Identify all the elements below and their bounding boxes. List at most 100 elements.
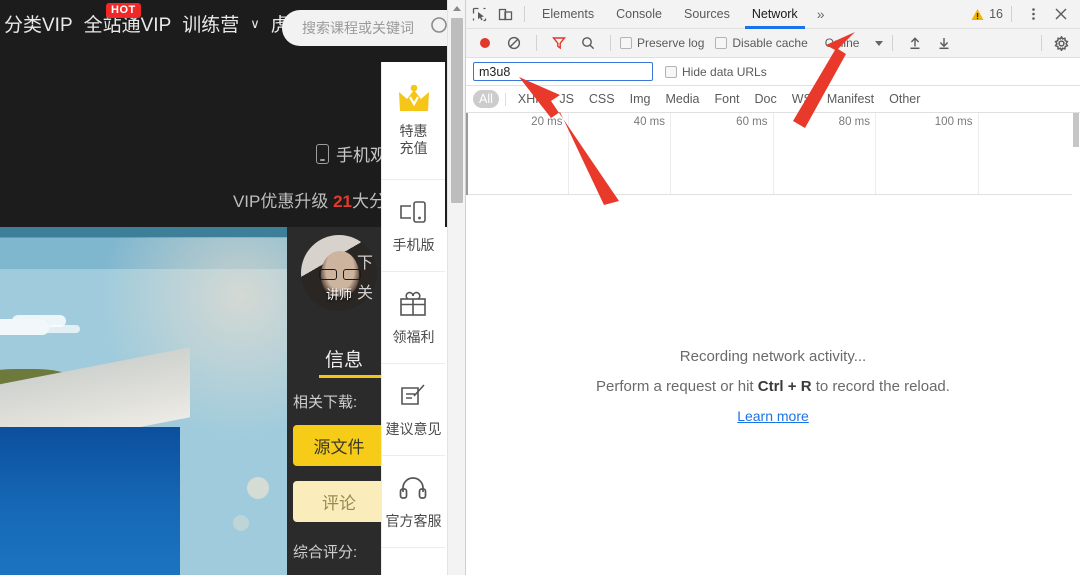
mobile-watch-row[interactable]: 手机观 — [316, 141, 387, 166]
rail-label-mobile: 手机版 — [392, 236, 435, 253]
toolbar-divider-6 — [1041, 35, 1042, 51]
type-filter-ws[interactable]: WS — [786, 90, 818, 108]
hot-badge: HOT — [106, 3, 141, 19]
filter-funnel-icon[interactable] — [546, 30, 572, 56]
hide-data-urls-checkbox[interactable]: Hide data URLs — [665, 65, 767, 79]
search-input[interactable] — [300, 19, 428, 37]
comment-button[interactable]: 评论 — [293, 481, 385, 522]
nav-item-category-vip[interactable]: 分类VIP — [4, 10, 73, 37]
type-filter-doc[interactable]: Doc — [749, 90, 783, 108]
disable-cache-checkbox[interactable]: Disable cache — [715, 36, 808, 50]
learn-more-link[interactable]: Learn more — [737, 408, 809, 424]
record-button[interactable] — [472, 30, 498, 56]
devtools-panel: Elements Console Sources Network » 16 Pr… — [465, 0, 1080, 575]
gift-icon — [397, 290, 431, 324]
timeline-cell: 40 ms — [569, 113, 671, 194]
tab-network[interactable]: Network — [741, 0, 809, 29]
feedback-icon — [397, 382, 431, 416]
site-search-box[interactable] — [282, 10, 465, 46]
hint-pre: Perform a request or hit — [596, 377, 758, 395]
throttling-select[interactable]: Online — [821, 36, 884, 50]
empty-state-hint: Perform a request or hit Ctrl + R to rec… — [596, 378, 950, 395]
downloads-label: 相关下载: — [293, 394, 358, 411]
nav-item-bootcamp[interactable]: 训练营 — [182, 10, 239, 37]
network-filter-bar: Hide data URLs — [466, 58, 1080, 86]
preserve-log-checkbox[interactable]: Preserve log — [620, 36, 704, 50]
inspect-element-icon[interactable] — [466, 1, 492, 27]
floating-action-rail: 特惠 充值 手机版 领福利 建议意见 官方客服 — [381, 62, 445, 575]
type-divider — [504, 92, 506, 106]
panel-text-cut-2: 关 — [357, 285, 374, 302]
timeline-tick-40ms: 40 ms — [633, 116, 665, 128]
close-icon[interactable] — [1048, 1, 1074, 27]
timeline-cell: 100 ms — [876, 113, 979, 194]
warnings-badge[interactable]: 16 — [971, 7, 1003, 21]
export-har-icon[interactable] — [931, 30, 957, 56]
resource-type-filters: All XHR JS CSS Img Media Font Doc WS Man… — [466, 86, 1080, 113]
rail-label-feedback: 建议意见 — [385, 420, 442, 437]
empty-state-title: Recording network activity... — [679, 347, 867, 365]
network-empty-state: Recording network activity... Perform a … — [466, 196, 1080, 575]
throttling-value: Online — [824, 36, 860, 50]
promo-number: 21 — [333, 192, 352, 211]
disable-cache-label: Disable cache — [732, 36, 808, 50]
type-filter-js[interactable]: JS — [553, 90, 580, 108]
rail-item-recharge[interactable]: 特惠 充值 — [382, 62, 445, 180]
vip-promo-text: VIP优惠升级 21大分类 — [233, 187, 403, 212]
rail-item-support[interactable]: 官方客服 — [382, 456, 445, 548]
more-tabs-icon[interactable]: » — [809, 6, 833, 22]
network-toolbar: Preserve log Disable cache Online — [466, 29, 1080, 58]
tab-elements[interactable]: Elements — [531, 0, 605, 29]
timeline-tick-20ms: 20 ms — [531, 116, 563, 128]
toolbar-divider-3 — [536, 35, 537, 51]
page-scrollbar[interactable] — [447, 0, 465, 575]
crown-icon — [397, 84, 431, 118]
rail-item-welfare[interactable]: 领福利 — [382, 272, 445, 364]
tab-console[interactable]: Console — [605, 0, 673, 29]
type-filter-xhr[interactable]: XHR — [512, 90, 550, 108]
type-filter-media[interactable]: Media — [659, 90, 705, 108]
overview-scrollbar[interactable] — [1072, 113, 1080, 195]
checkbox-box — [620, 37, 632, 49]
checkbox-box-2 — [715, 37, 728, 49]
rating-label: 综合评分: — [293, 544, 358, 561]
device-toolbar-icon[interactable] — [492, 1, 518, 27]
scroll-up-arrow-icon[interactable] — [453, 6, 461, 11]
type-filter-other[interactable]: Other — [883, 90, 926, 108]
gear-icon[interactable] — [1048, 30, 1074, 56]
toolbar-divider-2 — [1011, 6, 1012, 22]
chevron-down-icon[interactable]: ∨ — [250, 16, 260, 32]
import-har-icon[interactable] — [902, 30, 928, 56]
course-hero-image — [0, 227, 287, 575]
type-filter-img[interactable]: Img — [624, 90, 657, 108]
search-icon[interactable] — [575, 30, 601, 56]
site-top-nav: 分类VIP 全站通VIP 训练营 ∨ 虎课网校 HOT — [0, 0, 465, 47]
kebab-menu-icon[interactable] — [1020, 1, 1046, 27]
type-filter-manifest[interactable]: Manifest — [821, 90, 880, 108]
source-file-button[interactable]: 源文件 — [293, 425, 385, 466]
filter-input[interactable] — [473, 62, 653, 81]
tab-info[interactable]: 信息 — [325, 345, 363, 372]
scrollbar-thumb[interactable] — [451, 18, 463, 203]
warnings-count: 16 — [989, 7, 1003, 21]
type-filter-css[interactable]: CSS — [583, 90, 621, 108]
rail-item-mobile[interactable]: 手机版 — [382, 180, 445, 272]
rail-item-feedback[interactable]: 建议意见 — [382, 364, 445, 456]
clear-icon[interactable] — [501, 30, 527, 56]
network-timeline-overview[interactable]: 20 ms 40 ms 60 ms 80 ms 100 ms — [466, 113, 1080, 195]
checkbox-box-3 — [665, 65, 677, 78]
timeline-tick-60ms: 60 ms — [736, 116, 768, 128]
warning-triangle-icon — [971, 8, 984, 20]
promo-prefix: VIP优惠升级 — [232, 192, 334, 211]
tab-sources[interactable]: Sources — [673, 0, 741, 29]
rail-label-support: 官方客服 — [385, 512, 442, 529]
timeline-cell-tail — [979, 113, 1080, 194]
toolbar-divider-5 — [892, 35, 894, 51]
phone-icon — [316, 143, 329, 164]
timeline-cell: 80 ms — [774, 113, 876, 194]
headset-icon — [397, 474, 431, 508]
tab-active-underline — [319, 375, 381, 378]
type-filter-all[interactable]: All — [473, 90, 499, 108]
type-filter-font[interactable]: Font — [709, 90, 746, 108]
toolbar-divider-4 — [610, 35, 611, 51]
